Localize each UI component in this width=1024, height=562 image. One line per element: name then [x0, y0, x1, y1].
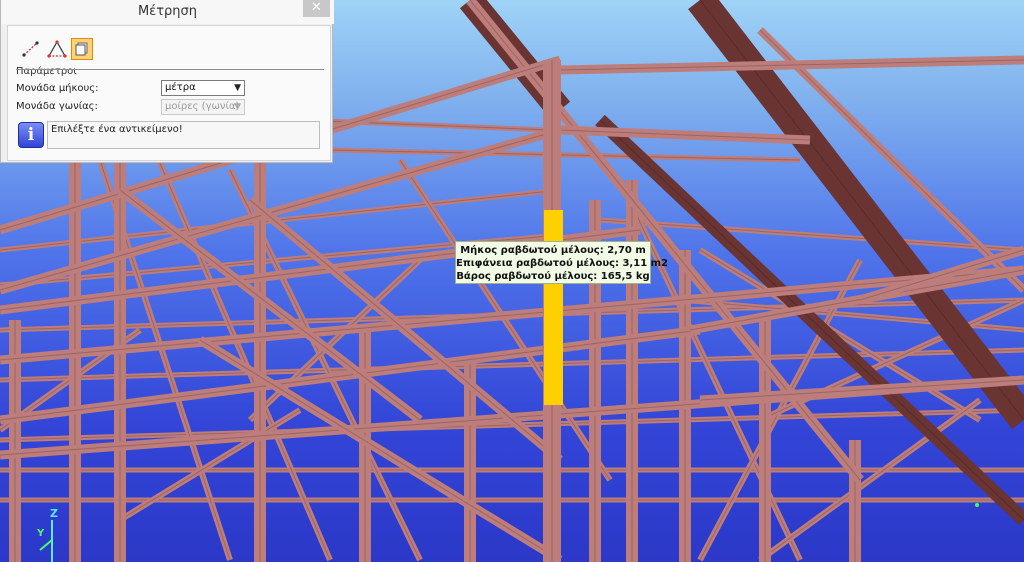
tooltip-weight: Βάρος ραβδωτού μέλους: 165,5 kg	[456, 271, 650, 282]
length-unit-select[interactable]: μέτρα ▼	[161, 80, 245, 96]
panel-title: Μέτρηση	[1, 0, 334, 24]
info-message: Επιλέξτε ένα αντικείμενο!	[47, 121, 320, 149]
measurement-tooltip: Μήκος ραβδωτού μέλους: 2,70 m Επιφάνεια …	[455, 241, 669, 284]
measure-distance-button[interactable]	[20, 38, 42, 60]
tooltip-area: Επιφάνεια ραβδωτού μέλους: 3,11 m2	[456, 258, 669, 269]
info-icon: i	[18, 122, 44, 148]
parameters-group-label: Παράμετροι	[16, 66, 77, 77]
selected-member-highlight	[544, 210, 563, 405]
chevron-down-icon: ▼	[234, 83, 241, 93]
angle-unit-label: Μονάδα γωνίας:	[16, 101, 98, 112]
angle-unit-value: μοίρες (γωνία)	[165, 101, 240, 112]
axis-y-label: Y	[37, 528, 45, 539]
member-edge	[329, 149, 801, 161]
measure-angle-button[interactable]	[46, 38, 68, 60]
measure-angle-icon	[47, 40, 67, 58]
axis-z-label: Z	[50, 507, 58, 520]
length-unit-label: Μονάδα μήκους:	[16, 83, 99, 94]
angle-unit-select: μοίρες (γωνία) ▼	[161, 99, 245, 115]
member-edge	[759, 399, 981, 561]
tooltip-length: Μήκος ραβδωτού μέλους: 2,70 m	[460, 245, 646, 256]
chevron-down-icon: ▼	[234, 102, 241, 112]
panel-body: Παράμετροι Μονάδα μήκους: μέτρα ▼ Μονάδα…	[7, 25, 331, 161]
group-divider	[16, 69, 324, 70]
measure-distance-icon	[22, 41, 39, 57]
measurement-panel: Μέτρηση ✕ Παράμετροι Μονάδα μήκους: μέτρ…	[0, 0, 334, 163]
marker-dot	[975, 503, 979, 507]
length-unit-value: μέτρα	[165, 82, 196, 93]
measure-object-button[interactable]	[71, 38, 93, 60]
axis-y-line	[39, 539, 53, 551]
measure-object-icon	[75, 42, 88, 56]
member-edge	[699, 379, 1024, 401]
close-button[interactable]: ✕	[303, 0, 330, 17]
